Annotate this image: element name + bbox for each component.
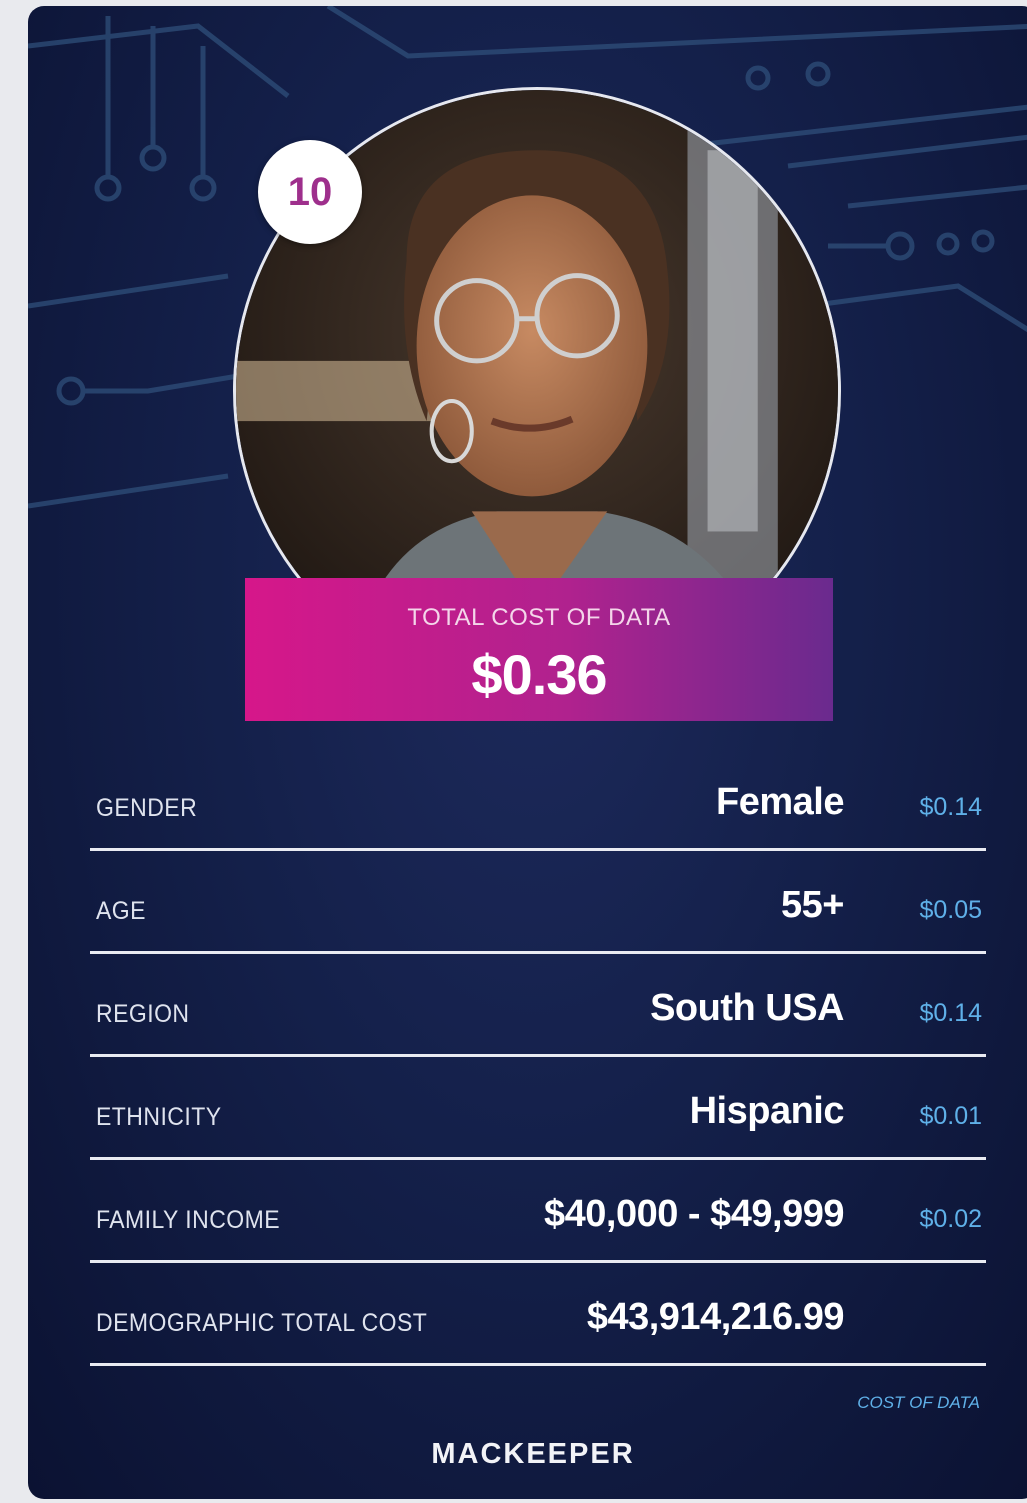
row-value: $43,914,216.99 xyxy=(586,1296,845,1338)
total-cost-value: $0.36 xyxy=(471,643,607,706)
rank-badge: 10 xyxy=(258,140,362,244)
row-label: FAMILY INCOME xyxy=(96,1206,281,1234)
row-value: 55+ xyxy=(781,884,844,926)
row-label: GENDER xyxy=(96,794,198,822)
row-value: Female xyxy=(716,781,844,823)
row-family-income: FAMILY INCOME $40,000 - $49,999 $0.02 xyxy=(90,1163,986,1263)
row-cost: $0.14 xyxy=(919,999,982,1027)
row-cost: $0.01 xyxy=(919,1102,982,1130)
row-cost: $0.05 xyxy=(919,896,982,924)
row-value: Hispanic xyxy=(689,1090,845,1132)
row-cost: $0.02 xyxy=(919,1205,982,1233)
total-cost-label: TOTAL COST OF DATA xyxy=(407,604,671,631)
data-cost-card: 10 TOTAL COST OF DATA $0.36 GENDER Femal… xyxy=(28,6,1027,1499)
row-value: $40,000 - $49,999 xyxy=(544,1193,845,1235)
row-label: DEMOGRAPHIC TOTAL COST xyxy=(96,1309,428,1337)
row-ethnicity: ETHNICITY Hispanic $0.01 xyxy=(90,1060,986,1160)
mackeeper-logo: MACKEEPER xyxy=(431,1438,635,1470)
row-value: South USA xyxy=(650,987,844,1029)
row-age: AGE 55+ $0.05 xyxy=(90,854,986,954)
row-label: REGION xyxy=(96,1000,190,1028)
row-region: REGION South USA $0.14 xyxy=(90,957,986,1057)
total-cost-box: TOTAL COST OF DATA $0.36 xyxy=(245,578,833,721)
attribute-list: GENDER Female $0.14 AGE 55+ $0.05 REGION… xyxy=(90,751,986,1369)
row-cost: $0.14 xyxy=(919,793,982,821)
row-label: ETHNICITY xyxy=(96,1103,222,1131)
cost-of-data-footnote: COST OF DATA xyxy=(857,1393,980,1412)
row-demographic-total: DEMOGRAPHIC TOTAL COST $43,914,216.99 xyxy=(90,1266,986,1366)
row-label: AGE xyxy=(96,897,146,925)
row-gender: GENDER Female $0.14 xyxy=(90,751,986,851)
